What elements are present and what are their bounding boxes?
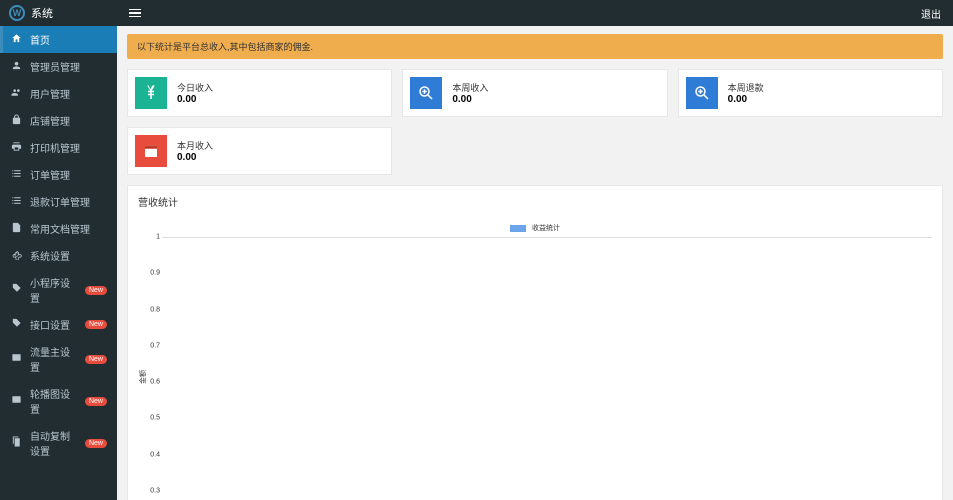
sidebar-item-label: 退款订单管理 [30,194,107,209]
stat-title: 本月收入 [177,139,213,152]
stats-row-2: 本月收入 0.00 [127,127,943,175]
sidebar-item-label: 店铺管理 [30,113,107,128]
zoom-icon [410,77,442,109]
sidebar-item-label: 用户管理 [30,86,107,101]
sidebar-item-home[interactable]: 首页 [0,26,117,53]
stats-row-1: 今日收入 0.00 本周收入 0.00 本周退款 0.0 [127,69,943,117]
stat-card-month: 本月收入 0.00 [127,127,392,175]
menu-toggle-icon[interactable] [129,7,141,20]
tag-icon [10,283,22,297]
y-tick: 0.8 [150,306,160,313]
lock-icon [10,114,22,128]
sidebar-item-label: 管理员管理 [30,59,107,74]
new-badge: New [85,397,107,406]
y-tick: 1 [156,234,160,241]
y-tick: 0.7 [150,342,160,349]
sidebar-item-traffic[interactable]: 流量主设置 New [0,338,117,380]
stat-card-week-refund: 本周退款 0.00 [678,69,943,117]
stat-title: 本周退款 [728,81,764,94]
sidebar-item-label: 流量主设置 [30,344,77,374]
sidebar-item-api[interactable]: 接口设置 New [0,311,117,338]
y-tick: 0.3 [150,487,160,494]
sidebar: 首页 管理员管理 用户管理 店铺管理 打印机管理 [0,26,117,500]
stat-card-today: 今日收入 0.00 [127,69,392,117]
y-axis: 1 0.9 0.8 0.7 0.6 0.5 0.4 0.3 0.2 [138,237,162,500]
sidebar-item-printers[interactable]: 打印机管理 [0,134,117,161]
sidebar-item-label: 系统设置 [30,248,107,263]
list-icon [10,168,22,182]
new-badge: New [85,320,107,329]
legend-swatch [510,225,526,232]
logout-button[interactable]: 退出 [921,6,941,21]
header-right: 退出 [117,6,953,21]
stat-value: 0.00 [177,152,213,163]
sidebar-item-label: 首页 [30,32,107,47]
main-content: 以下统计是平台总收入,其中包括商家的佣金. 今日收入 0.00 本周收入 0.0… [117,26,953,500]
user-icon [10,60,22,74]
gear-icon [10,249,22,263]
copy-icon [10,436,22,450]
new-badge: New [85,355,107,364]
ad-icon [10,352,22,366]
logo-icon: W [9,5,25,21]
y-tick: 0.6 [150,379,160,386]
y-tick: 0.4 [150,451,160,458]
alert-banner: 以下统计是平台总收入,其中包括商家的佣金. [127,34,943,59]
doc-icon [10,222,22,236]
system-name: 系统 [31,5,53,21]
sidebar-item-label: 常用文档管理 [30,221,107,236]
sidebar-item-label: 接口设置 [30,317,77,332]
stat-value: 0.00 [728,94,764,105]
stat-card-week-income: 本周收入 0.00 [402,69,667,117]
new-badge: New [85,439,107,448]
y-tick: 0.5 [150,415,160,422]
stat-title: 本周收入 [452,81,488,94]
chart-plot-area: 金额 1 0.9 0.8 0.7 0.6 0.5 0.4 0.3 0.2 [138,237,932,500]
zoom-icon [686,77,718,109]
image-icon [10,394,22,408]
app-header: W 系统 退出 [0,0,953,26]
sidebar-item-refunds[interactable]: 退款订单管理 [0,188,117,215]
y-tick: 0.9 [150,270,160,277]
legend-label: 收益统计 [532,225,560,232]
chart-legend: 收益统计 [138,223,932,233]
sidebar-item-users[interactable]: 用户管理 [0,80,117,107]
home-icon [10,33,22,47]
sidebar-item-docs[interactable]: 常用文档管理 [0,215,117,242]
sidebar-item-miniapp[interactable]: 小程序设置 New [0,269,117,311]
calendar-icon [135,135,167,167]
revenue-chart-panel: 营收统计 收益统计 金额 1 0.9 0.8 0.7 0.6 0.5 0.4 [127,185,943,500]
sidebar-item-carousel[interactable]: 轮播图设置 New [0,380,117,422]
yen-icon [135,77,167,109]
sidebar-item-shops[interactable]: 店铺管理 [0,107,117,134]
list-alt-icon [10,195,22,209]
sidebar-item-orders[interactable]: 订单管理 [0,161,117,188]
sidebar-item-label: 轮播图设置 [30,386,77,416]
sidebar-item-label: 打印机管理 [30,140,107,155]
logo-box: W 系统 [0,5,117,21]
new-badge: New [85,286,107,295]
sidebar-item-label: 小程序设置 [30,275,77,305]
sidebar-item-settings[interactable]: 系统设置 [0,242,117,269]
printer-icon [10,141,22,155]
stat-value: 0.00 [452,94,488,105]
sidebar-item-autocopy[interactable]: 自动复制设置 New [0,422,117,464]
sidebar-item-label: 自动复制设置 [30,428,77,458]
panel-title: 营收统计 [128,186,942,217]
tag-icon [10,318,22,332]
stat-title: 今日收入 [177,81,213,94]
plot-region [162,237,932,500]
sidebar-item-admin[interactable]: 管理员管理 [0,53,117,80]
stat-value: 0.00 [177,94,213,105]
users-icon [10,87,22,101]
sidebar-item-label: 订单管理 [30,167,107,182]
